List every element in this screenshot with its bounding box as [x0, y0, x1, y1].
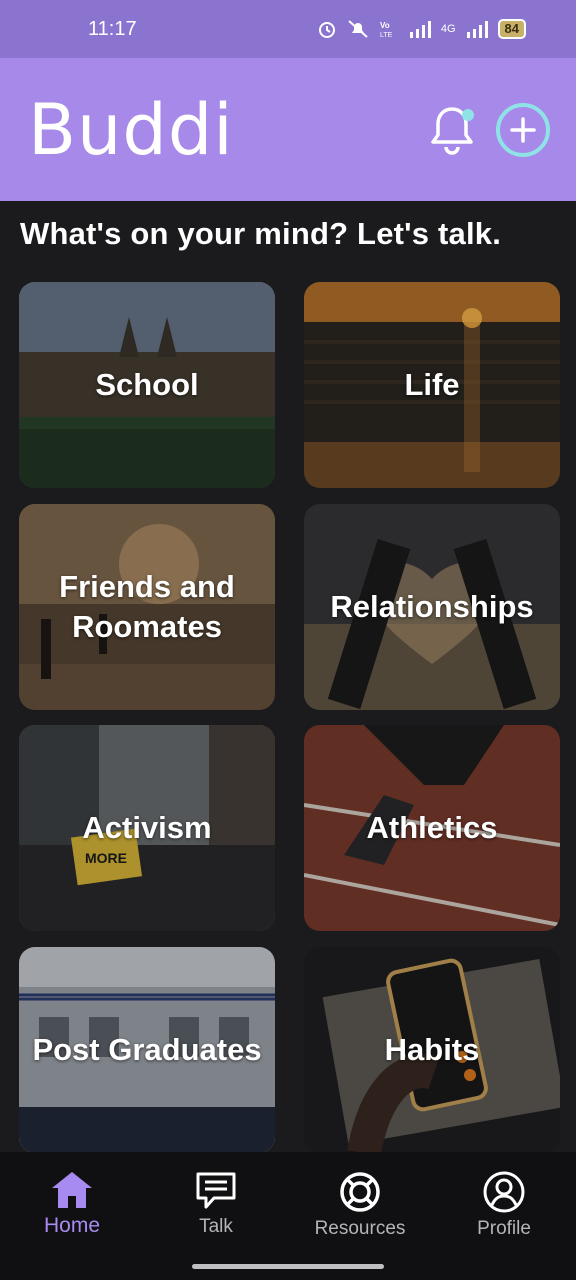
nav-label: Talk	[199, 1216, 233, 1237]
topic-label: School	[95, 367, 199, 402]
bottom-nav: Home Talk Resources Profile	[0, 1152, 576, 1280]
network-type: 4G	[440, 23, 456, 35]
topic-tile-school[interactable]: School	[19, 282, 275, 488]
mute-icon	[348, 20, 368, 38]
notification-button[interactable]	[428, 103, 478, 157]
page-prompt: What's on your mind? Let's talk.	[20, 216, 502, 251]
topic-grid: School Life Friends and Roomates Relatio…	[19, 282, 560, 1152]
svg-text:Vo: Vo	[380, 21, 390, 30]
alarm-icon	[318, 22, 335, 38]
chat-icon	[196, 1172, 236, 1209]
topic-label: Life	[404, 367, 460, 402]
signal-icon	[409, 21, 431, 38]
app-title: Buddi	[28, 88, 234, 171]
status-time: 11:17	[88, 17, 137, 40]
topic-label: Habits	[384, 1032, 480, 1067]
nav-label: Home	[43, 1214, 101, 1237]
nav-label: Resources	[314, 1218, 406, 1239]
volte-icon: Vo LTE	[380, 21, 393, 39]
user-circle-icon	[483, 1171, 525, 1213]
topic-label: Relationships	[330, 589, 534, 624]
home-icon	[52, 1172, 92, 1208]
nav-profile[interactable]: Profile	[439, 1170, 569, 1280]
topic-tile-post-graduates[interactable]: Post Graduates	[19, 947, 275, 1152]
topic-tile-life[interactable]: Life	[304, 282, 560, 488]
add-post-button[interactable]	[496, 102, 550, 157]
topic-tile-friends[interactable]: Friends and Roomates	[19, 504, 275, 710]
svg-text:LTE: LTE	[380, 32, 393, 39]
home-indicator[interactable]	[192, 1264, 384, 1269]
topic-tile-habits[interactable]: Habits	[304, 947, 560, 1152]
nav-home[interactable]: Home	[7, 1170, 137, 1280]
nav-label: Profile	[477, 1218, 531, 1239]
lifebuoy-icon	[340, 1172, 380, 1212]
app-header: Buddi	[0, 58, 576, 201]
topic-tile-athletics[interactable]: Athletics	[304, 725, 560, 931]
topic-label: Activism	[82, 810, 212, 845]
topic-label: Friends and Roomates	[59, 569, 235, 644]
topic-tile-relationships[interactable]: Relationships	[304, 504, 560, 710]
battery-indicator: 84	[497, 19, 526, 39]
header-actions	[428, 102, 550, 157]
topic-tile-activism[interactable]: MORE Activism	[19, 725, 275, 931]
topic-label: Athletics	[366, 810, 498, 845]
status-bar: 11:17 Vo LTE 4G 84	[0, 0, 576, 58]
signal-icon-2	[466, 21, 488, 38]
plus-circle-icon	[510, 116, 536, 143]
topic-label: Post Graduates	[32, 1032, 262, 1067]
notification-bell-icon	[431, 106, 474, 155]
status-icons: Vo LTE 4G 84	[317, 19, 526, 39]
